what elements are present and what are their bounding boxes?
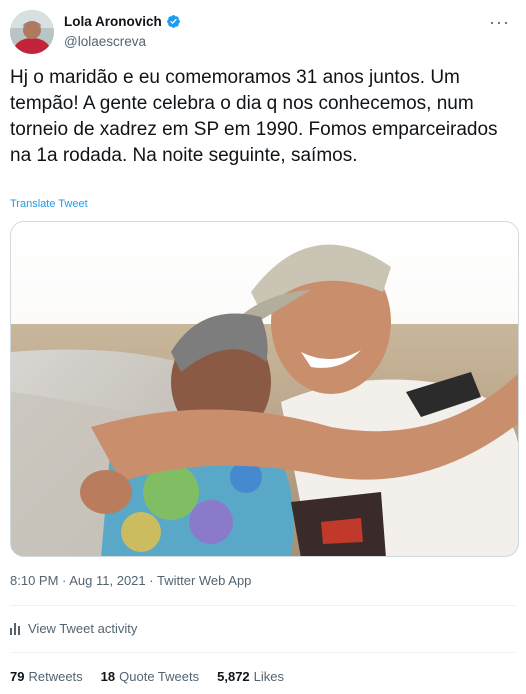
view-tweet-activity-label: View Tweet activity: [28, 621, 138, 636]
tweet-text: Hj o maridão e eu comemoramos 31 anos ju…: [10, 67, 498, 166]
meta-separator: ·: [58, 573, 70, 588]
view-tweet-activity-link[interactable]: View Tweet activity: [10, 621, 137, 636]
tweet-time[interactable]: 8:10 PM: [10, 573, 58, 588]
divider: [10, 605, 516, 606]
author-avatar[interactable]: [10, 10, 54, 54]
quote-tweets-label: Quote Tweets: [119, 669, 200, 684]
author-display-name[interactable]: Lola Aronovich: [64, 14, 162, 29]
retweets-label: Retweets: [28, 669, 83, 684]
quote-tweets-count: 18: [100, 669, 116, 684]
more-options-icon[interactable]: ···: [489, 12, 510, 33]
likes-stat[interactable]: 5,872 Likes: [217, 669, 284, 684]
tweet-stats: 79 Retweets 18 Quote Tweets 5,872 Likes: [10, 669, 284, 684]
couple-selfie-image: [11, 222, 518, 556]
retweets-stat[interactable]: 79 Retweets: [10, 669, 83, 684]
tweet-source-app[interactable]: Twitter Web App: [157, 573, 251, 588]
likes-count: 5,872: [217, 669, 250, 684]
tweet-card: Lola Aronovich @lolaescreva ··· Hj o mar…: [0, 0, 526, 694]
meta-separator: ·: [145, 573, 157, 588]
likes-label: Likes: [253, 669, 285, 684]
retweets-count: 79: [10, 669, 25, 684]
tweet-date[interactable]: Aug 11, 2021: [69, 573, 145, 588]
quote-tweets-stat[interactable]: 18 Quote Tweets: [101, 669, 199, 684]
author-handle[interactable]: @lolaescreva: [64, 34, 146, 49]
analytics-icon: [10, 622, 20, 635]
divider: [10, 652, 516, 653]
author-name-row[interactable]: Lola Aronovich: [64, 14, 181, 29]
translate-tweet-link[interactable]: Translate Tweet: [10, 198, 88, 210]
verified-badge-icon: [166, 15, 180, 28]
tweet-photo[interactable]: [10, 221, 519, 557]
tweet-meta: 8:10 PM · Aug 11, 2021 · Twitter Web App: [10, 573, 251, 588]
avatar-image: [10, 10, 54, 54]
